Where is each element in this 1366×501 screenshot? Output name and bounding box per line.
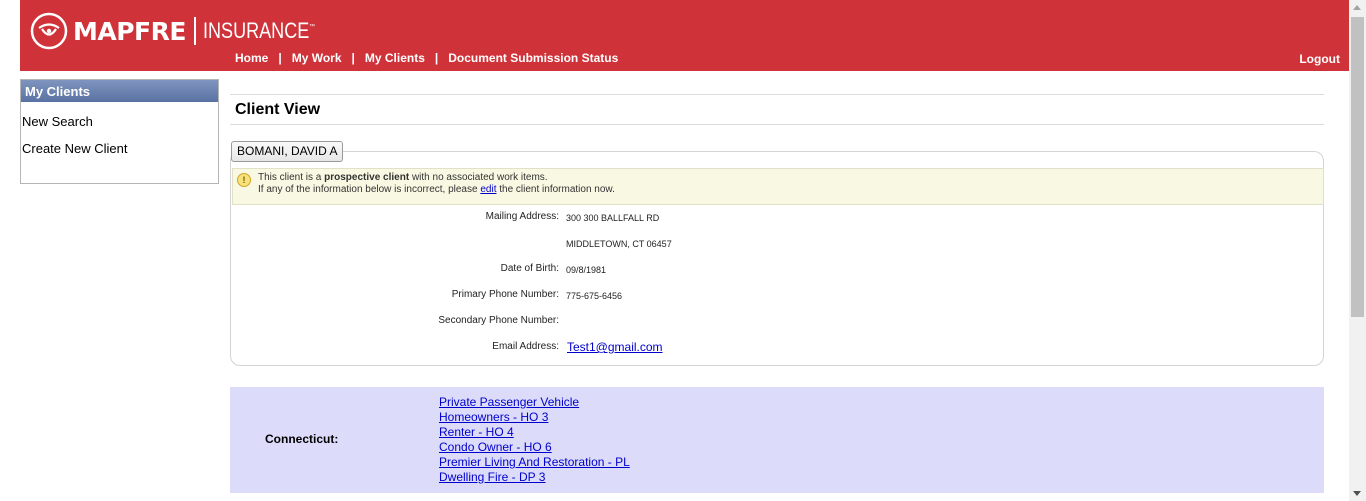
product-list: Private Passenger Vehicle Homeowners - H… <box>439 395 630 485</box>
sidebar-title: My Clients <box>21 80 218 102</box>
date-of-birth-label: Date of Birth: <box>500 263 559 274</box>
top-header: MAPFRE INSURANCE ™ Home | My Work | My C… <box>20 0 1349 71</box>
client-name-tab[interactable]: BOMANI, DAVID A <box>231 141 344 162</box>
sidebar-item-new-search[interactable]: New Search <box>22 114 93 129</box>
product-link-homeowners-ho3[interactable]: Homeowners - HO 3 <box>439 410 630 425</box>
logo-trademark: ™ <box>308 24 315 30</box>
page-title: Client View <box>235 101 321 118</box>
nav-home[interactable]: Home <box>235 51 268 65</box>
nav-my-work[interactable]: My Work <box>292 51 342 65</box>
nav-separator: | <box>434 51 439 65</box>
logo-brand-text: MAPFRE <box>73 16 186 46</box>
notice-bold-text: prospective client <box>324 172 410 183</box>
sidebar-item-create-new-client[interactable]: Create New Client <box>22 141 128 156</box>
products-section: Connecticut: Private Passenger Vehicle H… <box>230 387 1324 493</box>
logo-divider <box>193 17 196 45</box>
scrollbar-thumb[interactable] <box>1351 17 1364 317</box>
scroll-down-arrow-icon[interactable] <box>1353 491 1361 496</box>
email-address-link[interactable]: Test1@gmail.com <box>567 340 663 354</box>
mailing-address-label: Mailing Address: <box>485 211 559 222</box>
logout-link[interactable]: Logout <box>1299 52 1340 66</box>
warning-icon: ! <box>237 173 251 187</box>
main-nav: Home | My Work | My Clients | Document S… <box>235 51 618 65</box>
date-of-birth-value: 09/8/1981 <box>566 265 607 275</box>
primary-phone-label: Primary Phone Number: <box>451 289 559 300</box>
secondary-phone-label: Secondary Phone Number: <box>438 315 559 326</box>
primary-phone-value: 775-675-6456 <box>566 291 623 301</box>
nav-separator: | <box>278 51 282 65</box>
title-divider-bottom <box>230 124 1324 125</box>
sidebar: My Clients New Search Create New Client <box>20 79 219 184</box>
mailing-address-line-1: 300 300 BALLFALL RD <box>566 213 660 223</box>
mapfre-emblem-icon <box>30 12 68 50</box>
notice-text: the client information now. <box>496 184 615 195</box>
notice-text: This client is a <box>258 172 325 183</box>
logo-subtitle-text: INSURANCE <box>202 18 310 43</box>
mapfre-logo[interactable]: MAPFRE INSURANCE ™ <box>30 12 333 50</box>
notice-line-1: This client is a prospective client with… <box>258 172 548 183</box>
edit-client-link[interactable]: edit <box>480 184 496 195</box>
nav-my-clients[interactable]: My Clients <box>365 51 425 65</box>
product-link-condo-owner-ho6[interactable]: Condo Owner - HO 6 <box>439 440 630 455</box>
nav-document-submission-status[interactable]: Document Submission Status <box>448 51 618 65</box>
product-link-private-passenger-vehicle[interactable]: Private Passenger Vehicle <box>439 395 630 410</box>
product-link-dwelling-fire-dp3[interactable]: Dwelling Fire - DP 3 <box>439 470 630 485</box>
client-info-panel: ! This client is a prospective client wi… <box>230 151 1324 366</box>
product-link-renter-ho4[interactable]: Renter - HO 4 <box>439 425 630 440</box>
prospective-client-notice: ! This client is a prospective client wi… <box>232 168 1324 205</box>
nav-separator: | <box>351 51 355 65</box>
notice-text: If any of the information below is incor… <box>258 184 481 195</box>
notice-text: with no associated work items. <box>409 172 548 183</box>
scroll-up-arrow-icon[interactable] <box>1353 5 1361 10</box>
email-address-label: Email Address: <box>492 341 559 352</box>
vertical-scrollbar[interactable] <box>1349 0 1366 501</box>
notice-line-2: If any of the information below is incor… <box>258 184 615 195</box>
mailing-address-line-2: MIDDLETOWN, CT 06457 <box>566 239 672 249</box>
product-link-premier-living-pl[interactable]: Premier Living And Restoration - PL <box>439 455 630 470</box>
state-label: Connecticut: <box>265 432 339 446</box>
title-divider-top <box>230 94 1324 95</box>
